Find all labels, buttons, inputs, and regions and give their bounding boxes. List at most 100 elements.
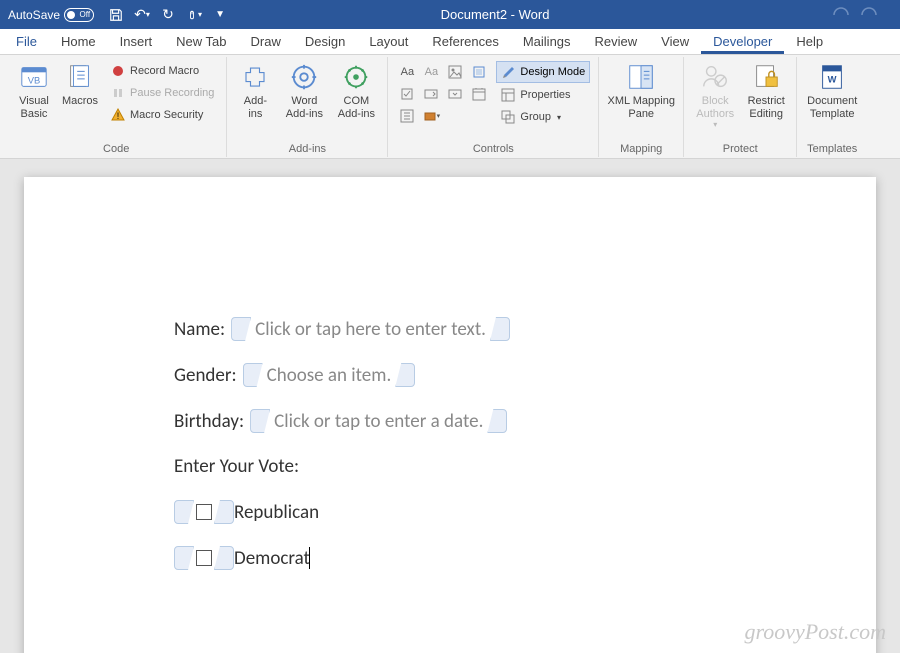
tab-help[interactable]: Help <box>784 30 835 54</box>
com-addins-button[interactable]: COM Add-ins <box>331 59 381 122</box>
cc-handle-left-icon[interactable] <box>250 409 270 433</box>
tab-newtab[interactable]: New Tab <box>164 30 238 54</box>
checkbox-control-button[interactable] <box>396 83 418 105</box>
group-templates-label: Templates <box>807 143 857 157</box>
tab-view[interactable]: View <box>649 30 701 54</box>
pause-icon <box>110 85 126 101</box>
tab-insert[interactable]: Insert <box>108 30 165 54</box>
titlebar: AutoSave Off ↶▾ ↻ ▾ ▼ Document2 - Word <box>0 0 900 29</box>
checkbox-icon[interactable] <box>196 504 212 520</box>
group-code: VB Visual Basic Macros Record Macro Paus… <box>6 57 227 157</box>
plain-text-control-button[interactable]: Aa <box>420 61 442 83</box>
workspace: Name: Click or tap here to enter text. G… <box>0 159 900 653</box>
repeating-control-button[interactable] <box>396 105 418 127</box>
dropdown-control-button[interactable] <box>444 83 466 105</box>
cc-handle-left-icon[interactable] <box>174 500 194 524</box>
form-row-option2: Democrat <box>174 546 726 570</box>
option2-checkbox-control[interactable] <box>174 546 234 570</box>
pause-recording-button: Pause Recording <box>106 83 218 103</box>
word-addins-icon <box>288 61 320 93</box>
xml-mapping-icon <box>625 61 657 93</box>
group-mapping-label: Mapping <box>620 143 662 157</box>
xml-mapping-button[interactable]: XML Mapping Pane <box>605 59 677 122</box>
svg-text:W: W <box>828 75 837 85</box>
cc-handle-left-icon[interactable] <box>231 317 251 341</box>
touch-mouse-icon[interactable]: ▾ <box>186 7 202 23</box>
design-mode-icon <box>501 64 517 80</box>
addins-button[interactable]: Add- ins <box>233 59 277 122</box>
combobox-control-button[interactable] <box>420 83 442 105</box>
document-template-button[interactable]: W Document Template <box>803 59 861 122</box>
tab-developer[interactable]: Developer <box>701 30 784 54</box>
legacy-tools-button[interactable]: ▾ <box>420 105 442 127</box>
date-control-button[interactable] <box>468 83 490 105</box>
autosave-toggle[interactable]: Off <box>64 8 94 22</box>
document-page[interactable]: Name: Click or tap here to enter text. G… <box>24 177 876 653</box>
undo-icon[interactable]: ↶▾ <box>134 7 150 23</box>
vote-label: Enter Your Vote: <box>174 455 299 478</box>
birthday-label: Birthday: <box>174 410 244 433</box>
group-button[interactable]: Group ▾ <box>496 107 590 127</box>
group-controls: Aa Aa ▾ Design <box>388 57 599 157</box>
tab-mailings[interactable]: Mailings <box>511 30 583 54</box>
form-row-birthday: Birthday: Click or tap to enter a date. <box>174 409 726 433</box>
option1-checkbox-control[interactable] <box>174 500 234 524</box>
cc-handle-left-icon[interactable] <box>243 363 263 387</box>
autosave-control[interactable]: AutoSave Off <box>8 8 94 22</box>
option1-text: Republican <box>234 501 319 524</box>
gender-label: Gender: <box>174 364 237 387</box>
tab-draw[interactable]: Draw <box>239 30 293 54</box>
document-title: Document2 - Word <box>228 7 762 22</box>
record-macro-button[interactable]: Record Macro <box>106 61 218 81</box>
cc-handle-right-icon[interactable] <box>395 363 415 387</box>
document-template-icon: W <box>816 61 848 93</box>
group-templates: W Document Template Templates <box>797 57 867 157</box>
birthday-placeholder[interactable]: Click or tap to enter a date. <box>270 410 487 433</box>
tab-file[interactable]: File <box>4 30 49 54</box>
gender-content-control[interactable]: Choose an item. <box>243 363 416 387</box>
block-authors-button: Block Authors▾ <box>690 59 740 131</box>
design-mode-button[interactable]: Design Mode <box>496 61 590 83</box>
cc-handle-right-icon[interactable] <box>490 317 510 341</box>
tab-home[interactable]: Home <box>49 30 108 54</box>
option2-text: Democrat <box>234 547 310 570</box>
visual-basic-button[interactable]: VB Visual Basic <box>12 59 56 122</box>
form-row-option1: Republican <box>174 500 726 524</box>
restrict-editing-button[interactable]: Restrict Editing <box>742 59 790 122</box>
group-controls-label: Controls <box>473 143 514 157</box>
group-protect: Block Authors▾ Restrict Editing Protect <box>684 57 797 157</box>
chevron-down-icon: ▾ <box>557 113 561 122</box>
picture-control-button[interactable] <box>444 61 466 83</box>
name-label: Name: <box>174 318 225 341</box>
cc-handle-right-icon[interactable] <box>487 409 507 433</box>
decorative-swirl-icon <box>832 6 892 24</box>
properties-button[interactable]: Properties <box>496 85 590 105</box>
cc-handle-right-icon[interactable] <box>214 546 234 570</box>
block-authors-icon <box>699 61 731 93</box>
qat-customize-icon[interactable]: ▼ <box>212 7 228 23</box>
name-content-control[interactable]: Click or tap here to enter text. <box>231 317 510 341</box>
tab-design[interactable]: Design <box>293 30 357 54</box>
tab-references[interactable]: References <box>420 30 510 54</box>
word-addins-button[interactable]: Word Add-ins <box>279 59 329 122</box>
checkbox-icon[interactable] <box>196 550 212 566</box>
cc-handle-left-icon[interactable] <box>174 546 194 570</box>
tab-layout[interactable]: Layout <box>357 30 420 54</box>
gender-placeholder[interactable]: Choose an item. <box>263 364 396 387</box>
form-row-name: Name: Click or tap here to enter text. <box>174 317 726 341</box>
cc-handle-right-icon[interactable] <box>214 500 234 524</box>
macros-icon <box>64 61 96 93</box>
group-addins: Add- ins Word Add-ins COM Add-ins Add-in… <box>227 57 388 157</box>
name-placeholder[interactable]: Click or tap here to enter text. <box>251 318 490 341</box>
macro-security-button[interactable]: ! Macro Security <box>106 105 218 125</box>
rich-text-control-button[interactable]: Aa <box>396 61 418 83</box>
redo-icon[interactable]: ↻ <box>160 7 176 23</box>
warning-icon: ! <box>110 107 126 123</box>
form-row-vote-label: Enter Your Vote: <box>174 455 726 478</box>
properties-icon <box>500 87 516 103</box>
save-icon[interactable] <box>108 7 124 23</box>
birthday-content-control[interactable]: Click or tap to enter a date. <box>250 409 507 433</box>
building-block-control-button[interactable] <box>468 61 490 83</box>
macros-button[interactable]: Macros <box>58 59 102 110</box>
tab-review[interactable]: Review <box>583 30 650 54</box>
